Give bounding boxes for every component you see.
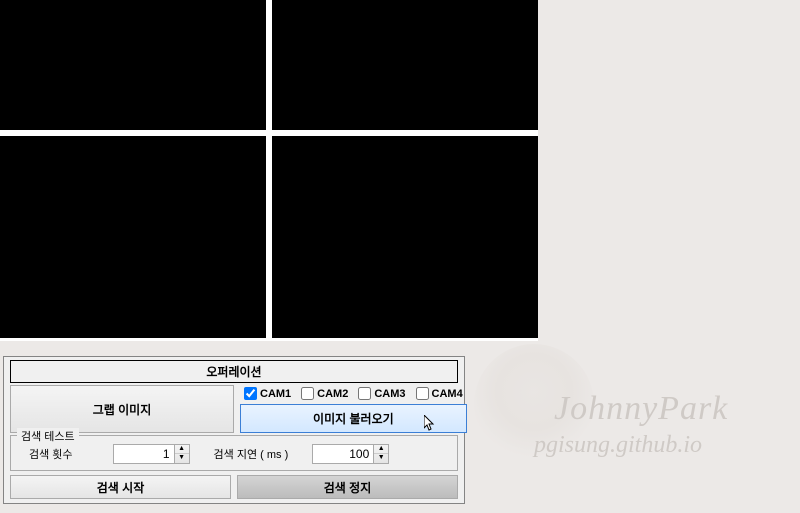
search-count-up[interactable]: ▲ — [175, 445, 189, 454]
watermark-name: JohnnyPark — [554, 390, 728, 428]
cam2-checkbox-label[interactable]: CAM2 — [301, 387, 348, 400]
operation-panel: 오퍼레이션 그랩 이미지 CAM1 CAM2 CAM3 — [3, 356, 465, 504]
cam2-checkbox[interactable] — [301, 387, 314, 400]
load-image-button[interactable]: 이미지 불러오기 — [240, 404, 467, 433]
grab-image-label: 그랩 이미지 — [93, 401, 152, 418]
cam4-checkbox-label[interactable]: CAM4 — [416, 387, 463, 400]
search-start-button[interactable]: 검색 시작 — [10, 475, 231, 499]
cam3-checkbox[interactable] — [358, 387, 371, 400]
search-test-legend: 검색 테스트 — [17, 428, 79, 444]
watermark-avatar — [474, 344, 594, 464]
search-count-down[interactable]: ▼ — [175, 454, 189, 463]
cam4-checkbox[interactable] — [416, 387, 429, 400]
grab-image-button[interactable]: 그랩 이미지 — [10, 385, 234, 433]
cam2-label: CAM2 — [317, 388, 348, 400]
search-delay-label: 검색 지연 ( ms ) — [214, 446, 289, 462]
camera-view-2 — [272, 0, 538, 130]
load-image-label: 이미지 불러오기 — [313, 410, 394, 427]
cam1-checkbox-label[interactable]: CAM1 — [244, 387, 291, 400]
cam1-checkbox[interactable] — [244, 387, 257, 400]
cam3-checkbox-label[interactable]: CAM3 — [358, 387, 405, 400]
camera-view-3 — [0, 136, 266, 338]
search-delay-down[interactable]: ▼ — [374, 454, 388, 463]
camera-grid — [0, 0, 538, 341]
camera-view-4 — [272, 136, 538, 338]
search-stop-label: 검색 정지 — [324, 479, 372, 496]
search-test-fieldset: 검색 테스트 검색 횟수 ▲ ▼ 검색 지연 ( ms ) ▲ ▼ — [10, 435, 458, 471]
cursor-icon — [424, 415, 436, 436]
camera-checkboxes: CAM1 CAM2 CAM3 CAM4 — [240, 385, 467, 404]
search-count-label: 검색 횟수 — [29, 446, 73, 462]
search-delay-up[interactable]: ▲ — [374, 445, 388, 454]
watermark-url: pgisung.github.io — [534, 432, 702, 459]
camera-view-1 — [0, 0, 266, 130]
cam3-label: CAM3 — [374, 388, 405, 400]
search-stop-button[interactable]: 검색 정지 — [237, 475, 458, 499]
cam4-label: CAM4 — [432, 388, 463, 400]
cam1-label: CAM1 — [260, 388, 291, 400]
search-delay-input[interactable] — [312, 444, 374, 464]
operation-header: 오퍼레이션 — [10, 360, 458, 383]
search-start-label: 검색 시작 — [97, 479, 145, 496]
search-count-input[interactable] — [113, 444, 175, 464]
